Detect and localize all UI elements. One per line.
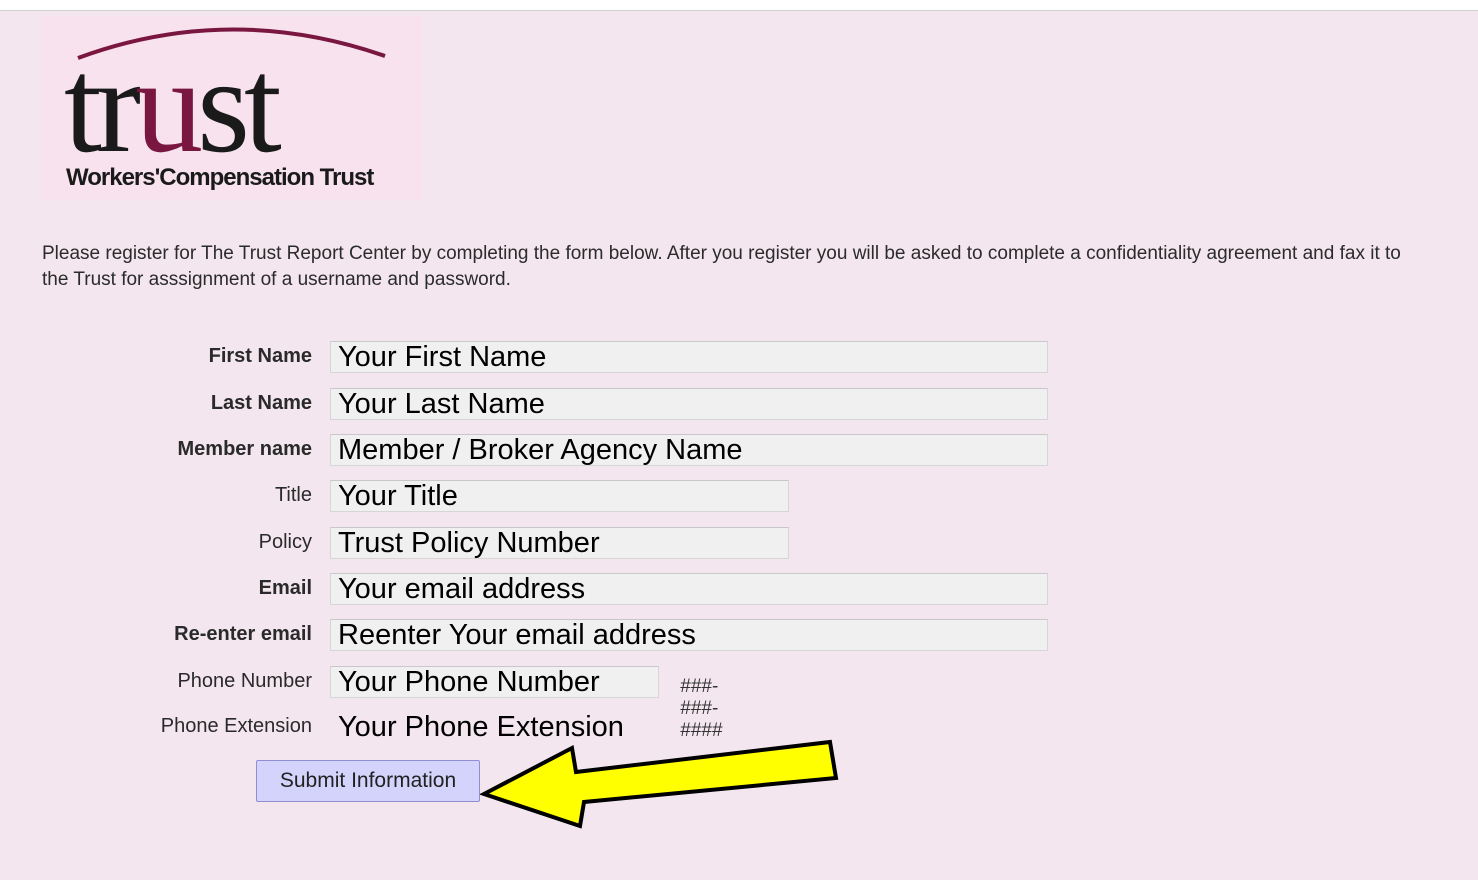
member-name-input[interactable] xyxy=(330,434,1048,466)
last-name-input[interactable] xyxy=(330,388,1048,420)
first-name-label: First Name xyxy=(208,345,312,367)
trust-logo: trust Workers'Compensation Trust xyxy=(40,16,422,200)
left-arrow-icon xyxy=(480,739,839,829)
first-name-input[interactable] xyxy=(330,341,1048,373)
logo-tagline: Workers'Compensation Trust xyxy=(66,164,374,191)
policy-label: Policy xyxy=(258,531,312,553)
arrow-shape xyxy=(480,739,839,829)
email-label: Email xyxy=(258,577,312,599)
reenter-email-label: Re-enter email xyxy=(174,623,312,645)
phone-number-label: Phone Number xyxy=(177,670,312,692)
phone-number-input[interactable] xyxy=(330,666,659,698)
last-name-label: Last Name xyxy=(210,392,312,414)
policy-input[interactable] xyxy=(330,527,789,559)
logo-wordmark: trust xyxy=(64,31,281,181)
browser-top-edge xyxy=(0,0,1478,11)
email-input[interactable] xyxy=(330,573,1048,605)
phone-format-hint: ###-###-#### xyxy=(680,676,723,741)
trust-logo-graphic: trust Workers'Compensation Trust xyxy=(64,27,386,191)
phone-extension-label: Phone Extension xyxy=(160,715,312,737)
title-label: Title xyxy=(274,484,312,506)
reenter-email-input[interactable] xyxy=(330,619,1048,651)
member-name-label: Member name xyxy=(177,438,313,460)
title-input[interactable] xyxy=(330,480,789,512)
submit-information-button[interactable]: Submit Information xyxy=(256,760,480,802)
intro-text: Please register for The Trust Report Cen… xyxy=(42,243,1401,290)
